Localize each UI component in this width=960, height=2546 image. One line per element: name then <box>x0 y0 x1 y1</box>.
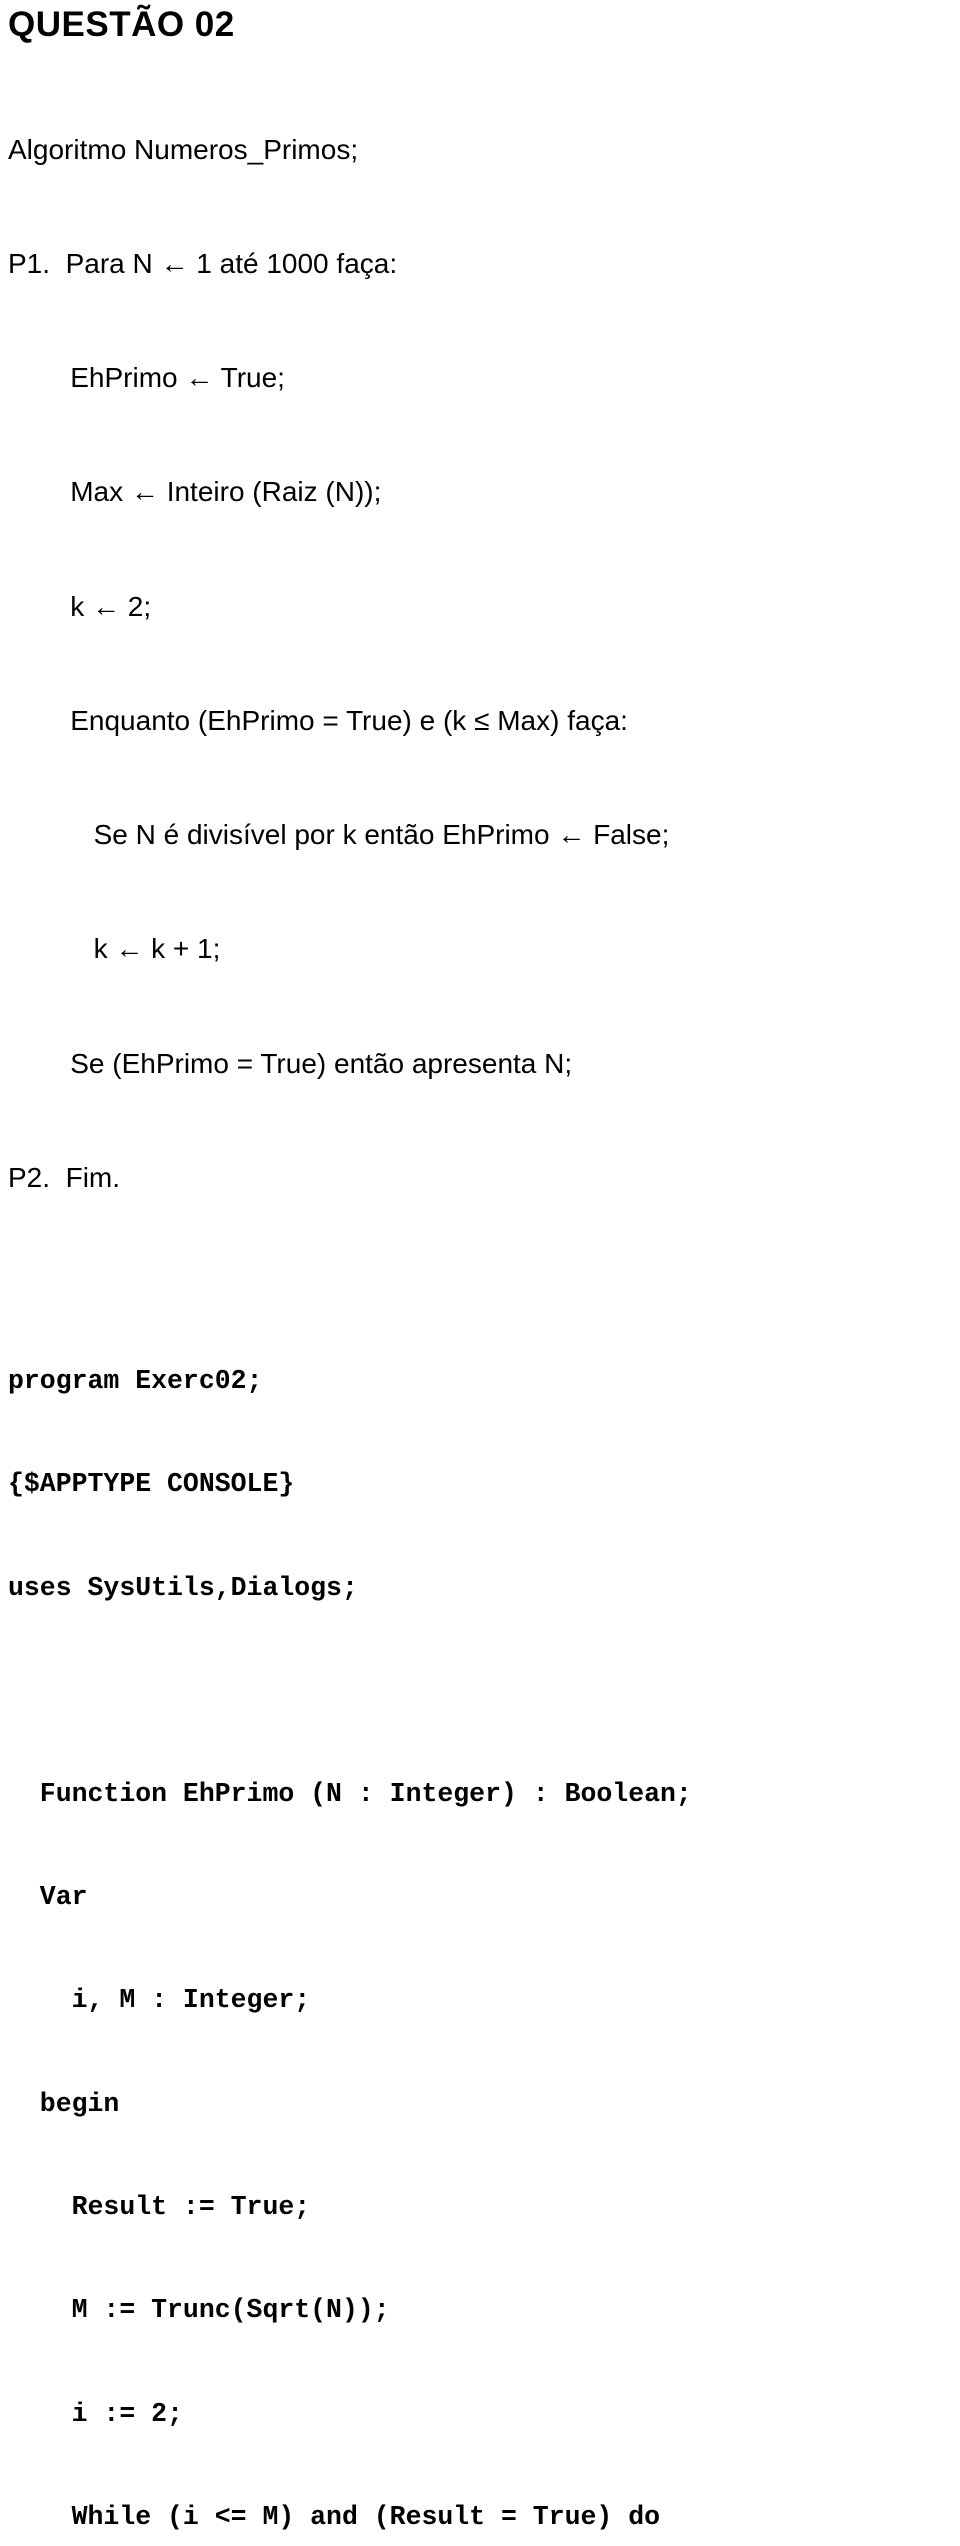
algorithm-line: P2. Fim. <box>8 1161 121 1193</box>
algorithm-line: EhPrimo ← True; <box>8 362 285 394</box>
code-line: Result := True; <box>8 2191 311 2222</box>
code-line: M := Trunc(Sqrt(N)); <box>8 2295 390 2326</box>
code-line: program Exerc02; <box>8 1365 263 1396</box>
code-line: i, M : Integer; <box>8 1985 311 2016</box>
code-block: program Exerc02; {$APPTYPE CONSOLE} uses… <box>8 1295 960 2546</box>
code-line: {$APPTYPE CONSOLE} <box>8 1469 295 1500</box>
algorithm-line: k ← 2; <box>8 590 152 622</box>
code-line: Var <box>8 1882 88 1912</box>
algorithm-line: Se (EhPrimo = True) então apresenta N; <box>8 1047 573 1079</box>
code-line: uses SysUtils,Dialogs; <box>8 1572 358 1603</box>
code-line: While (i <= M) and (Result = True) do <box>8 2501 661 2532</box>
algorithm-line: Max ← Inteiro (Raiz (N)); <box>8 476 382 508</box>
code-line: begin <box>8 2088 120 2119</box>
algorithm-line: k ← k + 1; <box>8 933 221 965</box>
code-line: i := 2; <box>8 2398 183 2429</box>
algorithm-line: Enquanto (EhPrimo = True) e (k ≤ Max) fa… <box>8 704 628 736</box>
algorithm-line: Algoritmo Numeros_Primos; <box>8 133 359 165</box>
algorithm-line: P1. Para N ← 1 até 1000 faça: <box>8 247 398 279</box>
algorithm-line: Se N é divisível por k então EhPrimo ← F… <box>8 819 670 851</box>
algorithm-block: Algoritmo Numeros_Primos; P1. Para N ← 1… <box>8 55 960 1274</box>
page-title: QUESTÃO 02 <box>8 5 235 44</box>
code-line: Function EhPrimo (N : Integer) : Boolean… <box>8 1778 692 1809</box>
document-page: QUESTÃO 02 Algoritmo Numeros_Primos; P1.… <box>0 5 960 2531</box>
